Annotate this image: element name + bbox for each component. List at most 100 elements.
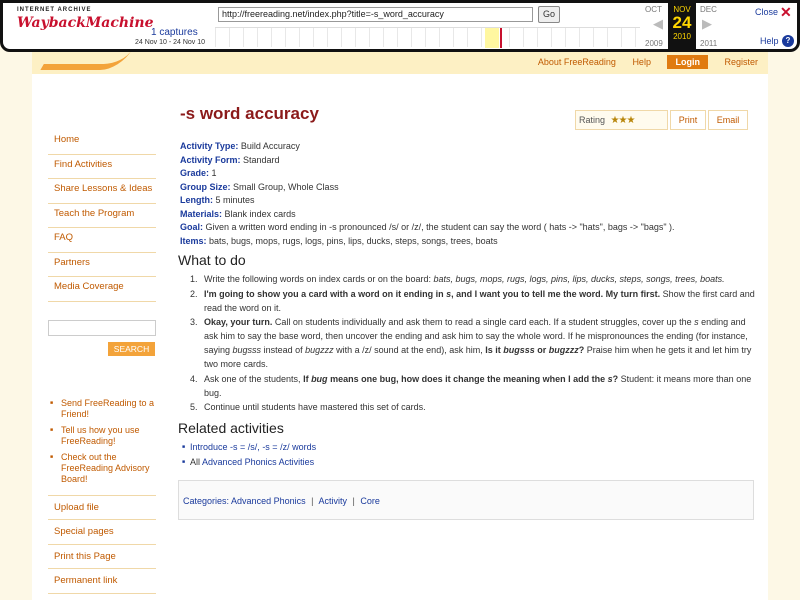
- register-link[interactable]: Register: [724, 57, 758, 67]
- step-text-a: Ask one of the students,: [204, 373, 304, 384]
- category-separator: |: [311, 496, 314, 507]
- wayback-toolbar: INTERNET ARCHIVE WaybackMachine http://f…: [0, 0, 800, 52]
- step-text-g: bugzzz: [305, 345, 334, 355]
- upload-file-link[interactable]: Upload file: [48, 496, 156, 520]
- detail-key: Goal:: [180, 222, 204, 232]
- current-capture-date: NOV 24 2010: [668, 3, 696, 49]
- step-q-l: bugzzz: [548, 345, 579, 355]
- prev-month: OCT: [645, 5, 662, 14]
- search-button[interactable]: SEARCH: [108, 341, 155, 356]
- list-item: I'm going to show you a card with a word…: [200, 287, 762, 315]
- sidebar-tools: Upload file Special pages Print this Pag…: [48, 494, 156, 594]
- step-q-d: means one bug, how does it change the me…: [327, 373, 608, 384]
- prev-year: 2009: [645, 39, 663, 48]
- permanent-link[interactable]: Permanent link: [48, 569, 156, 594]
- detail-key: Activity Type:: [180, 141, 239, 151]
- wayback-close-link[interactable]: Close: [755, 7, 778, 17]
- category-advanced-phonics[interactable]: Advanced Phonics: [231, 496, 306, 506]
- detail-value: Given a written word ending in -s pronou…: [205, 222, 675, 232]
- sidebar-item-share-lessons[interactable]: Share Lessons & Ideas: [48, 179, 156, 204]
- detail-row: Activity Form: Standard: [180, 154, 762, 168]
- step-q-j: bugsss: [503, 345, 535, 355]
- step-q-c: bug: [311, 373, 328, 384]
- wayback-url-input[interactable]: http://freereading.net/index.php?title=-…: [218, 7, 533, 22]
- sidebar-item-partners[interactable]: Partners: [48, 252, 156, 277]
- detail-key: Materials:: [180, 208, 223, 219]
- detail-row: Grade: 1: [180, 167, 762, 181]
- sidebar-item-find-activities[interactable]: Find Activities: [48, 154, 156, 179]
- list-item: Okay, your turn. Call on students indivi…: [200, 315, 762, 371]
- step-q-k: or: [534, 345, 549, 355]
- current-day: 24: [672, 13, 692, 32]
- list-item: Introduce -s = /s/, -s = /z/ words: [182, 440, 762, 455]
- step-script: Okay, your turn.: [204, 317, 273, 327]
- related-activities-heading: Related activities: [178, 420, 284, 436]
- category-separator: |: [352, 496, 355, 507]
- steps-list: Write the following words on index cards…: [200, 272, 762, 414]
- detail-key: Length:: [180, 195, 213, 205]
- sidebar-item-home[interactable]: Home: [48, 130, 156, 155]
- step-script: I'm going to show you a card with a word…: [204, 289, 660, 299]
- detail-row: Items: bats, bugs, mops, rugs, logs, pin…: [180, 235, 762, 249]
- close-icon[interactable]: ✕: [780, 4, 792, 21]
- detail-value: Standard: [243, 154, 280, 165]
- next-arrow-icon[interactable]: ▶: [702, 16, 712, 32]
- tell-us-link[interactable]: Tell us how you use FreeReading!: [48, 425, 156, 447]
- sidebar-promo-links: Send FreeReading to a Friend! Tell us ho…: [48, 398, 156, 485]
- related-link-introduce[interactable]: Introduce -s = /s/, -s = /z/ words: [190, 442, 316, 452]
- special-pages-link[interactable]: Special pages: [48, 520, 156, 545]
- detail-key: Grade:: [180, 168, 210, 178]
- sidebar-nav: Home Find Activities Share Lessons & Ide…: [48, 130, 156, 302]
- about-link[interactable]: About FreeReading: [538, 57, 616, 67]
- related-list: Introduce -s = /s/, -s = /z/ words All A…: [182, 440, 762, 470]
- categories-box: Categories: Advanced Phonics | Activity …: [178, 480, 754, 521]
- top-navigation: About FreeReading Help Login Register: [524, 55, 758, 69]
- category-activity[interactable]: Activity: [318, 496, 347, 506]
- detail-key: Activity Form:: [180, 154, 241, 165]
- detail-value: bats, bugs, mops, rugs, logs, pins, lips…: [209, 235, 498, 246]
- search-input[interactable]: [48, 319, 156, 336]
- wayback-timeline[interactable]: [215, 27, 640, 48]
- wayback-go-button[interactable]: Go: [538, 6, 560, 23]
- categories-label-link[interactable]: Categories:: [183, 496, 229, 506]
- wayback-logo-line2: WaybackMachine: [17, 15, 154, 31]
- main-content: -s word accuracy Rating ★★★ Print Email …: [172, 104, 762, 521]
- sidebar-item-teach-program[interactable]: Teach the Program: [48, 203, 156, 228]
- help-link[interactable]: Help: [632, 57, 651, 67]
- sidebar-item-faq[interactable]: FAQ: [48, 228, 156, 253]
- wayback-help-link[interactable]: Help: [760, 36, 779, 46]
- list-item: Continue until students have mastered th…: [200, 400, 762, 414]
- related-link-advanced-phonics[interactable]: Advanced Phonics Activities: [202, 457, 314, 467]
- rating-widget[interactable]: Rating ★★★: [575, 110, 668, 130]
- send-to-friend-link[interactable]: Send FreeReading to a Friend!: [48, 398, 156, 420]
- print-page-link[interactable]: Print this Page: [48, 545, 156, 569]
- step-script-c: , and I want you to tell me the word. My…: [451, 288, 661, 299]
- step-text-b: Call on students individually and ask th…: [272, 317, 695, 327]
- wayback-captures-link[interactable]: 1 captures: [151, 27, 198, 38]
- detail-row: Group Size: Small Group, Whole Class: [180, 181, 762, 195]
- help-icon[interactable]: ?: [782, 35, 794, 47]
- list-item: Write the following words on index cards…: [200, 272, 762, 286]
- next-year: 2011: [700, 39, 718, 48]
- site-logo-swoosh[interactable]: [40, 50, 132, 70]
- wayback-logo[interactable]: INTERNET ARCHIVE WaybackMachine: [17, 7, 154, 47]
- advisory-board-link[interactable]: Check out the FreeReading Advisory Board…: [48, 452, 156, 485]
- list-item: All Advanced Phonics Activities: [182, 455, 762, 470]
- rating-stars-icon[interactable]: ★★★: [611, 115, 636, 126]
- next-month: DEC: [700, 5, 717, 14]
- detail-row: Goal: Given a written word ending in -s …: [180, 221, 762, 235]
- prev-arrow-icon[interactable]: ◀: [653, 16, 663, 32]
- sidebar-item-media-coverage[interactable]: Media Coverage: [48, 277, 156, 302]
- step-question: Is it bugsss or bugzzz?: [485, 345, 584, 355]
- step-words: bats, bugs, mops, rugs, logs, pins, lips…: [433, 274, 725, 284]
- detail-value: 5 minutes: [215, 195, 255, 205]
- detail-value: Blank index cards: [224, 208, 296, 219]
- step-text: Write the following words on index cards…: [204, 274, 434, 284]
- detail-row: Length: 5 minutes: [180, 194, 762, 208]
- detail-row: Activity Type: Build Accuracy: [180, 140, 762, 154]
- login-button[interactable]: Login: [667, 55, 708, 69]
- email-button[interactable]: Email: [708, 110, 748, 130]
- category-core[interactable]: Core: [360, 496, 380, 506]
- detail-value: Build Accuracy: [240, 141, 300, 151]
- print-button[interactable]: Print: [670, 110, 706, 130]
